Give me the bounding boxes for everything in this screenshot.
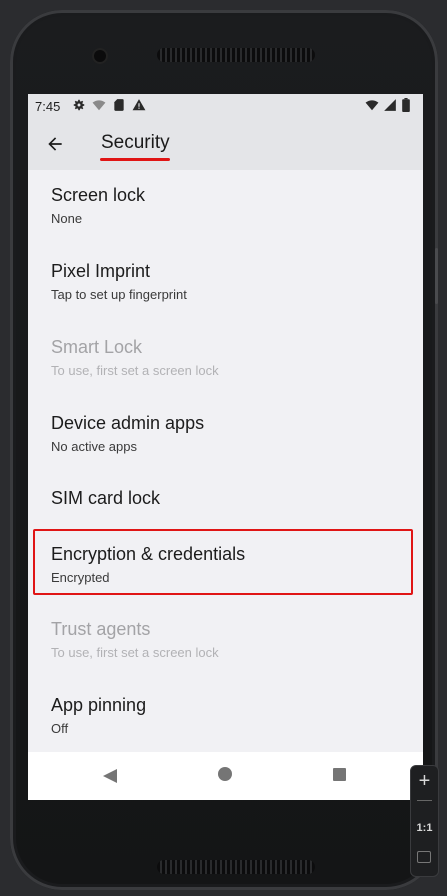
setting-smart-lock: Smart Lock To use, first set a screen lo… (28, 322, 423, 398)
zoom-fit-icon[interactable] (417, 851, 431, 863)
status-icons-left (72, 98, 146, 112)
setting-encryption-credentials[interactable]: Encryption & credentials Encrypted (28, 529, 423, 607)
emulator-zoom-panel: + 1:1 (410, 765, 439, 877)
app-bar: Security (28, 118, 423, 170)
setting-title: Smart Lock (51, 337, 143, 357)
nav-back-icon[interactable] (102, 768, 118, 789)
setting-title: Pixel Imprint (51, 261, 151, 281)
zoom-in-button[interactable]: + (411, 769, 438, 793)
page-title: Security (101, 132, 170, 153)
setting-title: App pinning (51, 695, 147, 715)
setting-title: Device admin apps (51, 413, 205, 433)
nav-recents-icon[interactable] (333, 768, 346, 781)
setting-summary: Encrypted (51, 570, 110, 585)
sd-card-icon (112, 98, 126, 112)
zoom-reset-button[interactable]: 1:1 (411, 822, 438, 834)
cellular-icon (383, 98, 397, 112)
status-time: 7:45 (35, 99, 61, 114)
bottom-speaker (157, 860, 315, 874)
title-annotation-underline (100, 158, 170, 161)
setting-summary: Tap to set up fingerprint (51, 287, 187, 302)
wifi-off-icon (92, 98, 106, 112)
setting-sim-card-lock[interactable]: SIM card lock (28, 474, 423, 531)
gear-icon (72, 98, 86, 112)
setting-summary: To use, first set a screen lock (51, 645, 219, 660)
wifi-icon (365, 98, 379, 112)
setting-title: SIM card lock (51, 488, 161, 508)
setting-summary: To use, first set a screen lock (51, 363, 219, 378)
security-settings-list: Screen lock None Pixel Imprint Tap to se… (28, 170, 423, 759)
front-camera (94, 50, 106, 62)
status-bar: 7:45 (28, 94, 423, 118)
setting-title: Screen lock (51, 185, 146, 205)
setting-title: Encryption & credentials (51, 544, 246, 564)
alert-icon (132, 98, 146, 112)
zoom-separator (417, 800, 432, 801)
navigation-bar (28, 752, 423, 800)
setting-title: Trust agents (51, 619, 151, 639)
setting-summary: None (51, 211, 83, 226)
setting-trust-agents: Trust agents To use, first set a screen … (28, 607, 423, 683)
nav-home-icon[interactable] (218, 767, 232, 781)
device-screen: 7:45 Security Screen lock None Pixel Imp… (28, 94, 423, 800)
setting-device-admin-apps[interactable]: Device admin apps No active apps (28, 398, 423, 474)
setting-app-pinning[interactable]: App pinning Off (28, 683, 423, 759)
side-button[interactable] (435, 248, 438, 304)
setting-screen-lock[interactable]: Screen lock None (28, 170, 423, 246)
arrow-back-icon[interactable] (41, 130, 69, 158)
setting-summary: Off (51, 721, 69, 736)
status-icons-right (365, 98, 415, 112)
battery-icon (401, 98, 415, 112)
earpiece-speaker (157, 48, 315, 62)
setting-summary: No active apps (51, 439, 137, 454)
setting-pixel-imprint[interactable]: Pixel Imprint Tap to set up fingerprint (28, 246, 423, 322)
